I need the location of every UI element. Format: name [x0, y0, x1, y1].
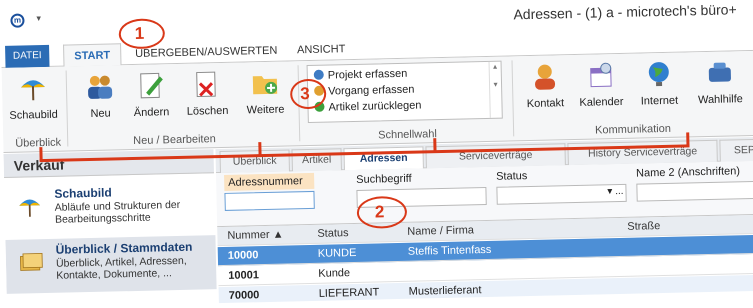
cell-name: Musterlieferant [408, 284, 482, 298]
group-label-schnellwahl: Schnellwahl [378, 128, 437, 142]
wahlhilfe-button[interactable]: Wahlhilfe [692, 57, 749, 106]
weitere-button[interactable]: Weitere [240, 67, 291, 116]
folders-icon [19, 253, 43, 271]
cell-nummer: 10001 [228, 269, 260, 282]
kontakt-label: Kontakt [526, 97, 565, 111]
group-separator [511, 60, 515, 137]
aendern-label: Ändern [133, 106, 170, 119]
group-label-neu-bearbeiten: Neu / Bearbeiten [133, 133, 216, 148]
annotation-bracket-tick [39, 147, 43, 162]
cell-name: Steffis Tintenfass [407, 243, 492, 258]
ribbon: Schaubild Überblick Neu Ändern Löschen W… [1, 50, 753, 153]
group-label-kommunikation: Kommunikation [594, 122, 672, 137]
annotation-1: 1 [134, 23, 145, 43]
filter-label-adressnummer: Adressnummer [228, 175, 303, 189]
people-icon [88, 75, 113, 99]
column-header[interactable]: Status [317, 227, 348, 240]
sidebar: Verkauf Schaubild Abläufe und Strukturen… [3, 149, 218, 308]
neu-button[interactable]: Neu [80, 71, 121, 120]
cell-nummer: 10000 [227, 249, 259, 262]
sidebar-item-title: Schaubild [54, 185, 112, 201]
sidebar-title: Verkauf [3, 149, 214, 178]
project-icon [313, 69, 324, 80]
edit-document-icon [140, 72, 163, 99]
tab-sepa[interactable]: SEPA [719, 138, 753, 162]
schnellwahl-item-label: Vorgang erfassen [328, 83, 415, 98]
schaubild-button[interactable]: Schaubild [8, 73, 59, 122]
loeschen-label: Löschen [186, 104, 229, 118]
annotation-2: 2 [374, 202, 385, 222]
cell-status: KUNDE [317, 246, 357, 260]
schnellwahl-item[interactable]: Vorgang erfassen [314, 83, 415, 98]
internet-label: Internet [640, 94, 679, 108]
aendern-button[interactable]: Ändern [128, 70, 175, 119]
name2-input[interactable] [636, 180, 753, 202]
content-area: Überblick Artikel Adressen Serviceverträ… [215, 136, 753, 308]
sidebar-item-stammdaten[interactable]: Überblick / Stammdaten Überblick, Artike… [5, 235, 217, 294]
tab-ansicht[interactable]: ANSICHT [291, 38, 351, 61]
column-header[interactable]: Name / Firma [407, 224, 474, 238]
schnellwahl-list[interactable]: Projekt erfassen Vorgang erfassen Artike… [306, 60, 503, 124]
schnellwahl-item[interactable]: Artikel zurücklegen [314, 99, 422, 114]
cell-status: Kunde [318, 267, 351, 280]
weitere-label: Weitere [246, 103, 285, 117]
schnellwahl-item-label: Projekt erfassen [327, 67, 408, 82]
column-header[interactable]: Straße [627, 220, 660, 233]
group-label-ueberblick: Überblick [15, 136, 62, 150]
app-logo-icon[interactable]: m [10, 13, 25, 28]
column-header[interactable]: Nummer ▲ [227, 229, 283, 242]
address-table: Nummer ▲ Status Name / Firma Straße 1000… [217, 214, 753, 307]
umbrella-icon [20, 80, 45, 101]
kalender-label: Kalender [579, 95, 624, 109]
annotation-bracket-tick [258, 142, 262, 157]
umbrella-icon [19, 199, 41, 217]
annotation-bracket-tick [433, 138, 437, 153]
schnellwahl-item-label: Artikel zurücklegen [328, 99, 422, 114]
schnellwahl-item[interactable]: Projekt erfassen [313, 67, 408, 82]
sidebar-item-schaubild[interactable]: Schaubild Abläufe und Strukturen der Bea… [4, 179, 215, 238]
folder-add-icon [252, 76, 278, 95]
wahlhilfe-label: Wahlhilfe [697, 93, 743, 107]
cell-nummer: 70000 [228, 289, 260, 302]
schaubild-label: Schaubild [9, 108, 58, 122]
group-separator [65, 70, 69, 147]
filter-label-status: Status [496, 170, 528, 183]
phone-icon [708, 62, 731, 82]
status-select[interactable]: ▾ ... [496, 183, 627, 205]
neu-label: Neu [90, 107, 111, 120]
globe-icon [648, 62, 669, 87]
sidebar-item-desc: Abläufe und Strukturen der Bearbeitungss… [54, 198, 181, 226]
quick-access-dropdown[interactable]: ▾ [36, 13, 41, 24]
delete-document-icon [196, 71, 216, 98]
kontakt-button[interactable]: Kontakt [522, 61, 569, 110]
internet-button[interactable]: Internet [634, 59, 685, 108]
status-dropdown-buttons[interactable]: ▾ ... [607, 186, 623, 197]
loeschen-button[interactable]: Löschen [182, 69, 233, 118]
annotation-bracket-tick [686, 132, 690, 147]
tab-datei[interactable]: DATEI [5, 44, 50, 68]
schnellwahl-scrollbar[interactable]: ▴ ▾ [488, 61, 502, 118]
adressnummer-input[interactable] [224, 190, 315, 211]
contact-icon [535, 64, 556, 90]
calendar-icon [590, 62, 612, 88]
filter-label-name2: Name 2 (Anschriften) [635, 165, 741, 180]
sidebar-item-desc: Überblick, Artikel, Adressen, Kontakte, … [55, 254, 187, 282]
window-title: Adressen - (1) a - microtech's büro+ [513, 1, 737, 23]
kalender-button[interactable]: Kalender [574, 60, 629, 109]
filter-label-suchbegriff: Suchbegriff [356, 172, 412, 186]
tab-start[interactable]: START [63, 43, 122, 67]
cell-status: LIEFERANT [318, 286, 380, 300]
annotation-3: 3 [299, 84, 310, 104]
